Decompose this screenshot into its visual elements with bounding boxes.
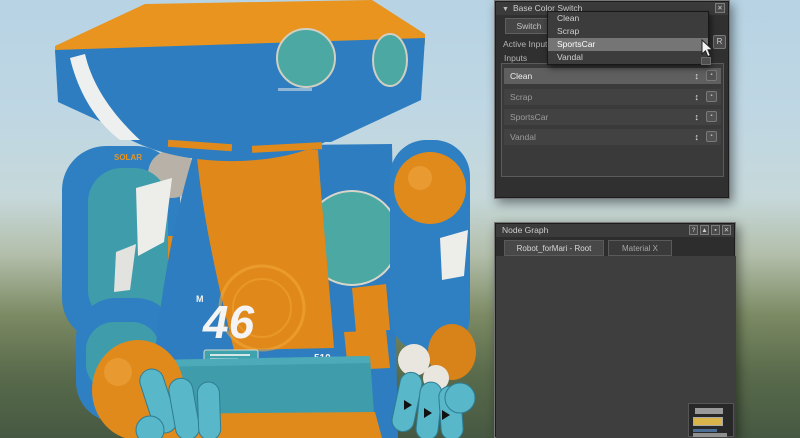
spinner-icon[interactable]: ↕: [695, 129, 700, 145]
close-icon[interactable]: ✕: [722, 225, 731, 235]
app-window: SOLAR M 46 510: [0, 0, 800, 438]
help-icon[interactable]: ?: [689, 225, 698, 235]
node-graph-title: Node Graph: [502, 225, 549, 235]
spinner-icon[interactable]: ↕: [695, 68, 700, 84]
robot-head[interactable]: [55, 0, 425, 162]
input-row-vandal[interactable]: Vandal ↕ ▪: [504, 129, 721, 145]
active-input-dropdown: Clean Scrap SportsCar Vandal: [547, 11, 709, 65]
collapse-triangle-icon[interactable]: ▼: [502, 6, 509, 13]
pin-icon[interactable]: ▲: [700, 225, 709, 235]
arm-decal-text: SOLAR: [114, 153, 142, 162]
race-number-decal: 46: [202, 296, 255, 348]
float-icon[interactable]: ▪: [711, 225, 720, 235]
input-row-clean[interactable]: Clean ↕ ▪: [504, 68, 721, 84]
input-row-label: Scrap: [510, 92, 533, 102]
dropdown-item-vandal[interactable]: Vandal: [548, 51, 708, 64]
node-graph-tabbar: Robot_forMari - Root Material X: [496, 237, 734, 257]
robot-right-arm[interactable]: [390, 140, 476, 438]
input-row-scrap[interactable]: Scrap ↕ ▪: [504, 89, 721, 105]
row-menu-button[interactable]: ▪: [706, 91, 717, 102]
inputs-label: Inputs: [504, 53, 528, 63]
dropdown-grip[interactable]: [701, 57, 711, 65]
inputs-groupbox: Clean ↕ ▪ Scrap ↕ ▪ SportsCar ↕ ▪ Vandal…: [501, 63, 724, 177]
spinner-icon[interactable]: ↕: [695, 109, 700, 125]
input-row-sportscar[interactable]: SportsCar ↕ ▪: [504, 109, 721, 125]
tab-robot-formari-root[interactable]: Robot_forMari - Root: [504, 240, 604, 256]
row-menu-button[interactable]: ▪: [706, 111, 717, 122]
tab-switch[interactable]: Switch: [505, 18, 553, 34]
input-row-label: Vandal: [510, 132, 536, 142]
input-row-label: Clean: [510, 71, 533, 81]
input-row-label: SportsCar: [510, 112, 549, 122]
close-icon[interactable]: ✕: [715, 3, 725, 13]
node-graph-panel: Node Graph ? ▲ ▪ ✕ Robot_forMari - Root …: [494, 222, 736, 438]
node-graph-minimap[interactable]: [688, 403, 734, 437]
3d-viewport[interactable]: SOLAR M 46 510: [0, 0, 480, 438]
tab-material-x[interactable]: Material X: [608, 240, 672, 256]
active-input-label: Active Input: [503, 39, 548, 49]
mouse-cursor: [701, 39, 714, 58]
node-graph-titlebar[interactable]: Node Graph: [496, 224, 734, 237]
dropdown-item-clean[interactable]: Clean: [548, 12, 708, 25]
dropdown-item-scrap[interactable]: Scrap: [548, 25, 708, 38]
row-menu-button[interactable]: ▪: [706, 131, 717, 142]
reset-button[interactable]: R: [713, 35, 726, 49]
dropdown-item-sportscar[interactable]: SportsCar: [548, 38, 708, 51]
row-menu-button[interactable]: ▪: [706, 70, 717, 81]
spinner-icon[interactable]: ↕: [695, 89, 700, 105]
base-color-switch-panel: ▼ Base Color Switch ✕ Switch Active Input…: [494, 0, 730, 199]
